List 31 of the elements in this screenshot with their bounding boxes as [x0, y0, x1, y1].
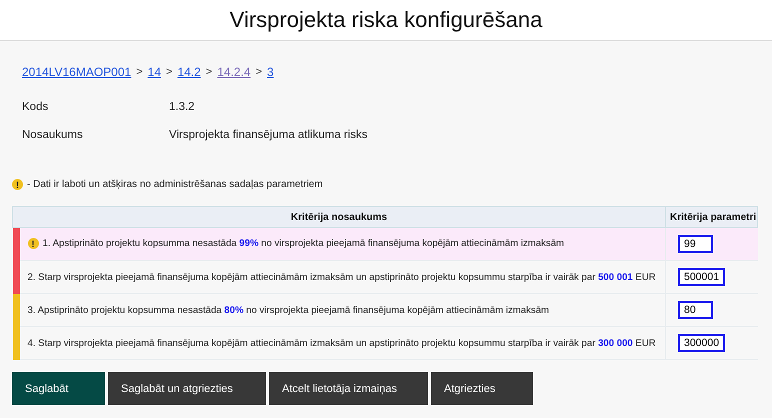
parameter-input[interactable]: 99 — [678, 235, 713, 253]
parameter-input[interactable]: 500001 — [678, 268, 725, 286]
breadcrumb-separator: > — [166, 66, 172, 78]
breadcrumb-link[interactable]: 2014LV16MAOP001 — [22, 65, 132, 79]
criterion-text: 2. Starp virsprojekta pieejamā finansējuma kopējām attiecināmām izmaksām un apstiprināto projektu kopsummu starpība ir vairāk par 500 001 EUR — [28, 272, 656, 282]
warning-icon: ! — [28, 238, 38, 250]
criterion-text: 4. Starp virsprojekta pieejamā finansējuma kopējām attiecināmām izmaksām un apstiprināto projektu kopsummu starpība ir vairāk par 300 000 EUR — [28, 338, 656, 348]
column-header: Kritērija nosaukums — [12, 206, 666, 228]
parameter-input[interactable]: 80 — [678, 301, 713, 319]
breadcrumb-separator: > — [256, 66, 262, 78]
field-value: 1.3.2 — [169, 101, 195, 113]
action-button[interactable]: Saglabāt — [12, 372, 105, 405]
warning-icon: ! — [12, 179, 23, 190]
parameter-input[interactable]: 300000 — [678, 334, 725, 352]
breadcrumb-link[interactable]: 3 — [267, 65, 274, 79]
field-label: Kods — [22, 101, 50, 113]
page-title: Virsprojekta riska konfigurēšana — [230, 7, 542, 33]
field-label: Nosaukums — [22, 129, 84, 141]
criterion-text: 3. Apstiprināto projektu kopsumma nesastāda 80% no virsprojekta pieejamā finansējuma kopējām attiecināmām izmaksām — [28, 304, 550, 316]
breadcrumb-link[interactable]: 14.2 — [177, 65, 201, 79]
action-button[interactable]: Atcelt lietotāja izmaiņas — [269, 372, 428, 405]
breadcrumb-separator: > — [136, 66, 143, 78]
action-button[interactable]: Saglabāt un atgriezties — [108, 372, 266, 405]
breadcrumb-link[interactable]: 14 — [148, 65, 161, 79]
breadcrumb-link[interactable]: 14.2.4 — [217, 65, 251, 79]
breadcrumb-separator: > — [206, 66, 212, 78]
action-button[interactable]: Atgriezties — [431, 372, 533, 405]
field-value: Virsprojekta finansējuma atlikuma risks — [169, 129, 368, 141]
criterion-text: 1. Apstiprināto projektu kopsumma nesastāda 99% no virsprojekta pieejamā finansējuma kopējām attiecināmām izmaksām — [42, 238, 564, 250]
column-header: Kritērija parametri — [666, 206, 758, 228]
legend-text: - Dati ir laboti un atšķiras no administrēšanas sadaļas parametriem — [27, 179, 323, 190]
